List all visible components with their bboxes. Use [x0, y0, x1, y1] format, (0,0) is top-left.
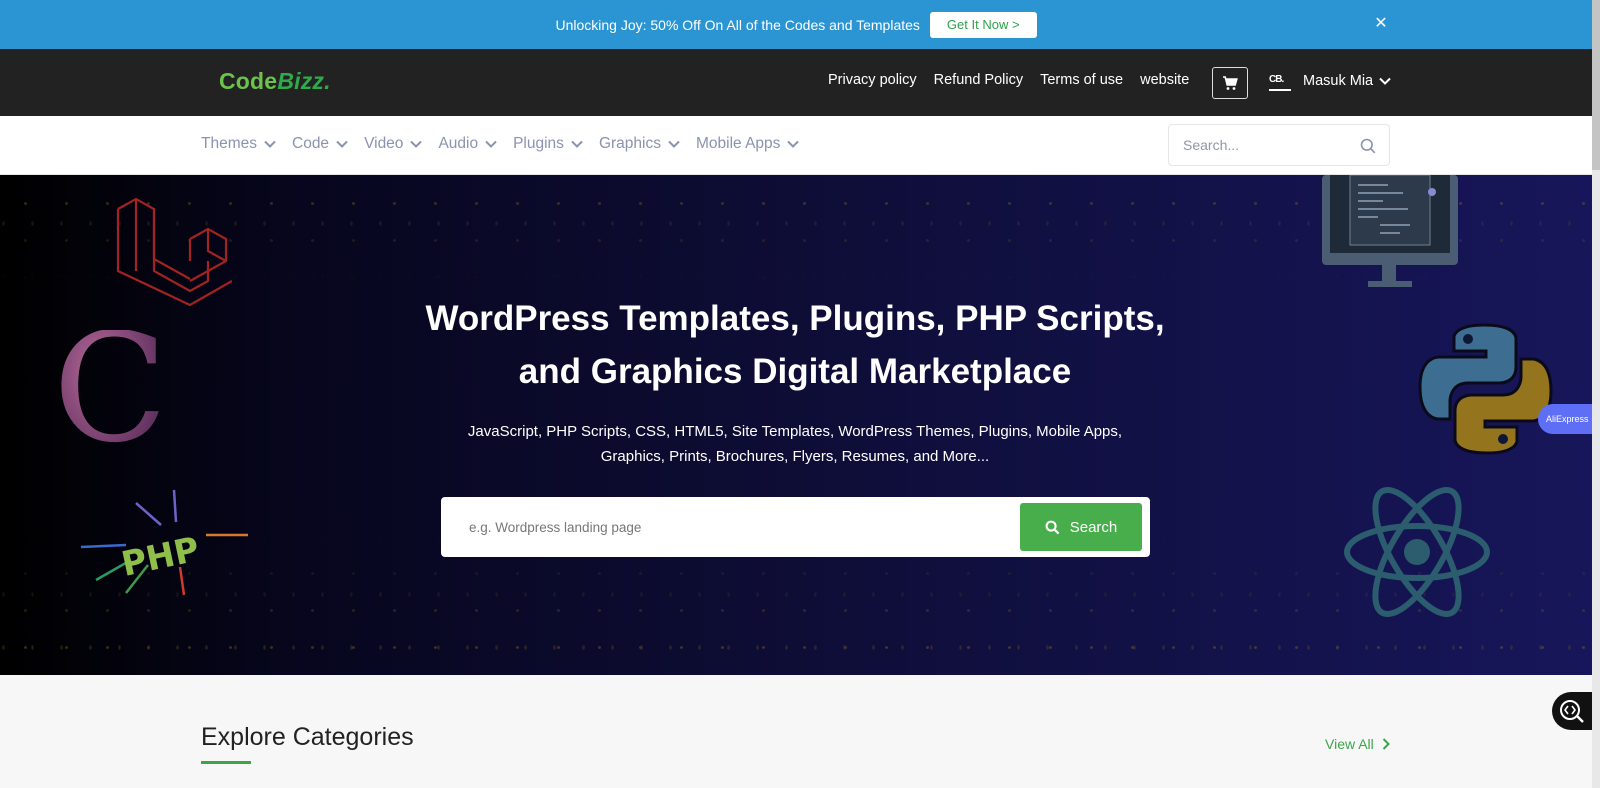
user-menu[interactable]: CB. Masuk Mia [1269, 71, 1391, 91]
chevron-down-icon [264, 140, 276, 148]
laravel-logo-icon [116, 197, 232, 306]
cart-icon [1223, 75, 1238, 90]
nav-search-box [1168, 124, 1390, 166]
chevron-down-icon [668, 140, 680, 148]
nav-label: Video [364, 135, 404, 152]
scrollbar-thumb[interactable] [1592, 0, 1600, 170]
privacy-policy-link[interactable]: Privacy policy [828, 72, 917, 88]
nav-item-mobile-apps[interactable]: Mobile Apps [695, 135, 800, 153]
hero-title: WordPress Templates, Plugins, PHP Script… [425, 299, 1165, 391]
nav-search-input[interactable] [1183, 135, 1353, 155]
terms-of-use-link[interactable]: Terms of use [1040, 72, 1123, 88]
user-name: Masuk Mia [1303, 73, 1374, 89]
chevron-right-icon [1382, 738, 1390, 750]
category-nav: Themes Code Video Audio Plugins Graphics… [0, 116, 1592, 175]
view-all-link[interactable]: View All [1325, 736, 1390, 752]
page-scrollbar[interactable] [1592, 0, 1600, 788]
chevron-down-icon [571, 140, 583, 148]
promo-text: Unlocking Joy: 50% Off On All of the Cod… [555, 16, 920, 33]
heading-underline [201, 761, 251, 764]
nav-item-themes[interactable]: Themes [201, 135, 276, 153]
svg-text:C: C [55, 330, 168, 450]
top-header: CodeBizz. Privacy policy Refund Policy T… [0, 49, 1592, 116]
php-logo-icon: PHP [80, 489, 248, 596]
react-logo-icon [1344, 487, 1490, 617]
header-links: Privacy policy Refund Policy Terms of us… [828, 72, 1189, 88]
code-search-icon [1560, 700, 1584, 723]
close-icon[interactable]: ✕ [1373, 14, 1389, 34]
hero-search-box: Search [441, 497, 1150, 557]
get-it-now-button[interactable]: Get It Now > [929, 11, 1037, 38]
logo-accent-text: Bizz. [277, 68, 331, 94]
chevron-down-icon [410, 140, 423, 148]
avatar: CB. [1269, 71, 1291, 91]
cart-button[interactable] [1212, 67, 1248, 99]
chevron-down-icon [787, 140, 800, 148]
nav-item-video[interactable]: Video [364, 135, 423, 153]
hero-section: C PHP WordPress Templates, Plugins, PHP … [0, 175, 1592, 675]
website-link[interactable]: website [1140, 72, 1189, 88]
categories-heading: Explore Categories [201, 723, 414, 751]
c-language-logo-icon: C [55, 330, 168, 450]
monitor-code-illustration [1322, 175, 1458, 287]
nav-item-audio[interactable]: Audio [438, 135, 497, 153]
nav-item-code[interactable]: Code [292, 135, 348, 153]
nav-label: Plugins [513, 135, 564, 152]
nav-label: Themes [201, 135, 257, 152]
hero-search-input[interactable] [469, 516, 989, 538]
aliexpress-extension-tab[interactable]: AliExpress [1538, 404, 1592, 434]
nav-label: Graphics [598, 135, 661, 152]
nav-label: Audio [438, 135, 479, 152]
nav-item-graphics[interactable]: Graphics [599, 135, 680, 153]
chevron-down-icon [336, 140, 348, 148]
view-all-label: View All [1325, 736, 1374, 752]
svg-text:PHP: PHP [118, 529, 203, 584]
site-logo[interactable]: CodeBizz. [219, 68, 331, 95]
chevron-down-icon [1379, 77, 1391, 85]
nav-label: Code [292, 135, 330, 152]
python-logo-icon [1418, 323, 1553, 455]
search-icon[interactable] [1360, 138, 1376, 154]
hero-subtitle: JavaScript, PHP Scripts, CSS, HTML5, Sit… [467, 423, 1123, 465]
search-icon [1045, 520, 1060, 534]
logo-main-text: Code [219, 68, 278, 94]
refund-policy-link[interactable]: Refund Policy [934, 72, 1023, 88]
nav-label: Mobile Apps [695, 135, 781, 152]
floating-inspect-button[interactable] [1552, 692, 1592, 730]
hero-search-button-label: Search [1069, 518, 1118, 536]
hero-search-button[interactable]: Search [1020, 503, 1142, 551]
promo-banner: Unlocking Joy: 50% Off On All of the Cod… [0, 0, 1592, 49]
nav-item-plugins[interactable]: Plugins [513, 135, 583, 153]
chevron-down-icon [485, 140, 497, 148]
